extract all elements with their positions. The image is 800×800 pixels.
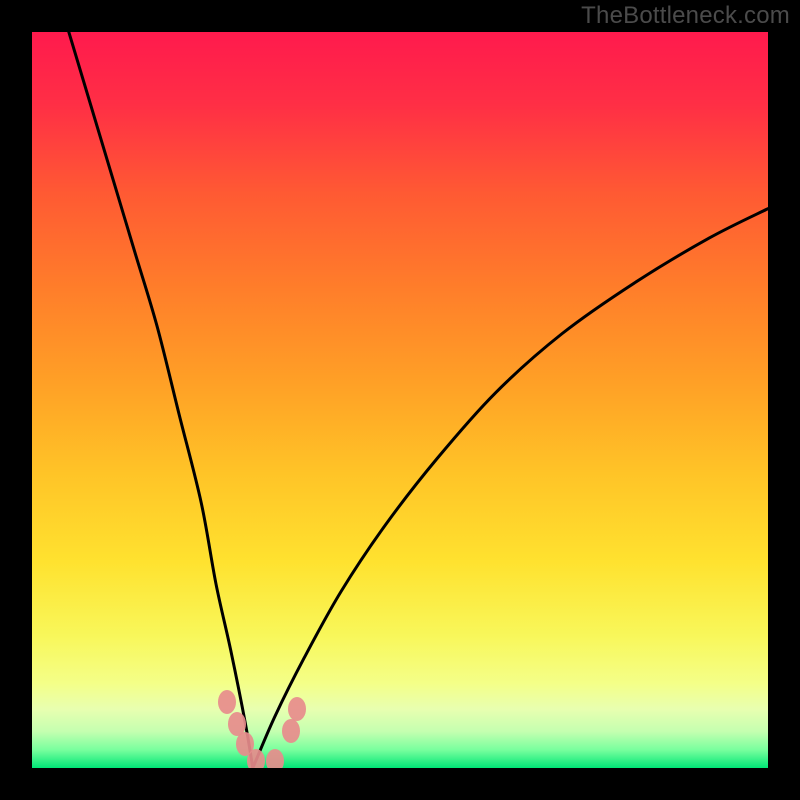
curve-left-branch [69,32,253,768]
watermark-text: TheBottleneck.com [581,2,790,30]
plot-area [32,32,768,768]
marker-dot [218,690,236,714]
marker-dot [247,749,265,768]
marker-dot [288,697,306,721]
bottleneck-curve [32,32,768,768]
marker-dot [266,749,284,768]
outer-frame: TheBottleneck.com [0,0,800,800]
marker-dot [282,719,300,743]
curve-right-branch [253,209,768,768]
